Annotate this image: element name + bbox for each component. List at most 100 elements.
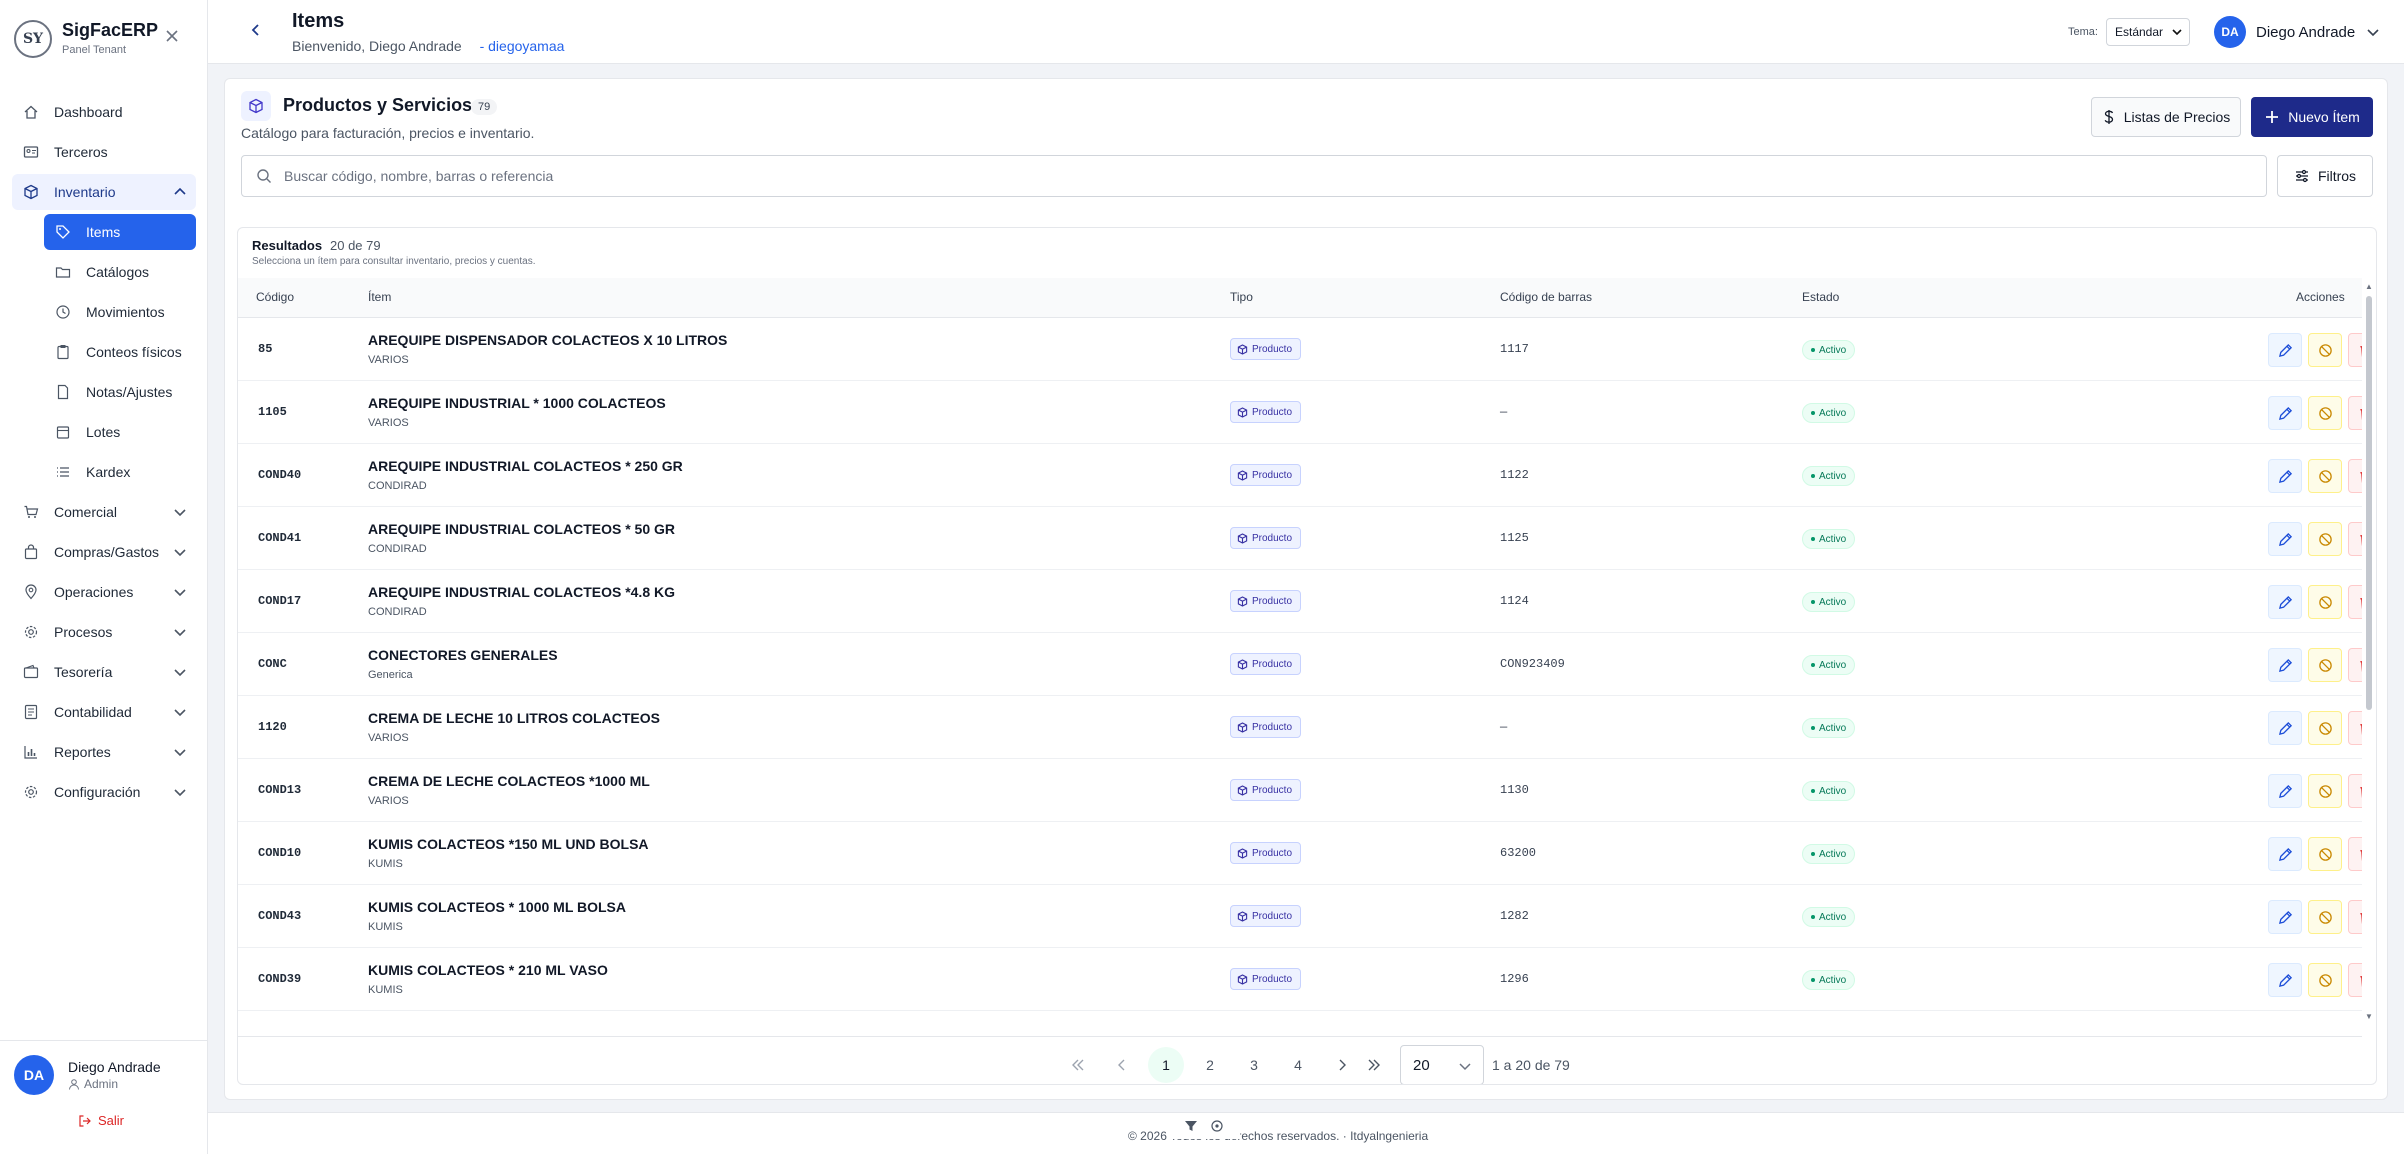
- delete-button[interactable]: [2348, 900, 2362, 934]
- delete-button[interactable]: [2348, 459, 2362, 493]
- scroll-up-arrow[interactable]: ▲: [2364, 282, 2374, 292]
- item-name[interactable]: AREQUIPE DISPENSADOR COLACTEOS X 10 LITR…: [368, 332, 727, 348]
- sidebar-item-compras-gastos[interactable]: Compras/Gastos: [12, 534, 196, 570]
- sidebar-item-catalogos[interactable]: Catálogos: [44, 254, 196, 290]
- page-button-3[interactable]: 3: [1236, 1047, 1272, 1083]
- deactivate-button[interactable]: [2308, 900, 2342, 934]
- column-header-status[interactable]: Estado: [1802, 290, 1839, 304]
- scroll-thumb[interactable]: [2366, 296, 2372, 710]
- deactivate-button[interactable]: [2308, 459, 2342, 493]
- sidebar-item-conteos[interactable]: Conteos físicos: [44, 334, 196, 370]
- sidebar-item-movimientos[interactable]: Movimientos: [44, 294, 196, 330]
- back-button[interactable]: [244, 18, 268, 42]
- new-item-button[interactable]: Nuevo Ítem: [2251, 97, 2373, 137]
- table-row[interactable]: 1105 AREQUIPE INDUSTRIAL * 1000 COLACTEOS…: [238, 381, 2362, 444]
- deactivate-button[interactable]: [2308, 522, 2342, 556]
- sidebar-item-contabilidad[interactable]: Contabilidad: [12, 694, 196, 730]
- deactivate-button[interactable]: [2308, 333, 2342, 367]
- table-row[interactable]: 85 AREQUIPE DISPENSADOR COLACTEOS X 10 LI…: [238, 318, 2362, 381]
- filters-button[interactable]: Filtros: [2277, 155, 2373, 197]
- delete-button[interactable]: [2348, 396, 2362, 430]
- delete-button[interactable]: [2348, 648, 2362, 682]
- delete-button[interactable]: [2348, 333, 2362, 367]
- item-name[interactable]: AREQUIPE INDUSTRIAL COLACTEOS * 250 GR: [368, 458, 683, 474]
- page-size-select[interactable]: 20: [1400, 1045, 1484, 1084]
- sidebar-item-configuracion[interactable]: Configuración: [12, 774, 196, 810]
- close-sidebar-button[interactable]: [160, 24, 184, 48]
- sidebar-item-tesoreria[interactable]: Tesorería: [12, 654, 196, 690]
- table-row[interactable]: COND17 AREQUIPE INDUSTRIAL COLACTEOS *4.8…: [238, 570, 2362, 633]
- sidebar-item-kardex[interactable]: Kardex: [44, 454, 196, 490]
- page-button-2[interactable]: 2: [1192, 1047, 1228, 1083]
- search-input[interactable]: [284, 168, 2184, 184]
- item-name[interactable]: KUMIS COLACTEOS * 1000 ML BOLSA: [368, 899, 626, 915]
- item-name[interactable]: KUMIS COLACTEOS * 210 ML VASO: [368, 962, 608, 978]
- column-header-item[interactable]: Ítem: [368, 290, 391, 304]
- next-page-button[interactable]: [1324, 1047, 1360, 1083]
- item-name[interactable]: KUMIS COLACTEOS *150 ML UND BOLSA: [368, 836, 649, 852]
- column-header-code[interactable]: Código: [256, 290, 294, 304]
- deactivate-button[interactable]: [2308, 837, 2342, 871]
- item-name[interactable]: AREQUIPE INDUSTRIAL COLACTEOS *4.8 KG: [368, 584, 675, 600]
- deactivate-button[interactable]: [2308, 585, 2342, 619]
- table-row[interactable]: CONC CONECTORES GENERALES Generica Producto…: [238, 633, 2362, 696]
- table-scrollbar[interactable]: ▲ ▼: [2364, 282, 2374, 1022]
- delete-button[interactable]: [2348, 963, 2362, 997]
- table-row[interactable]: COND13 CREMA DE LECHE COLACTEOS *1000 ML V…: [238, 759, 2362, 822]
- table-row[interactable]: COND10 KUMIS COLACTEOS *150 ML UND BOLSA K…: [238, 822, 2362, 885]
- table-row[interactable]: COND41 AREQUIPE INDUSTRIAL COLACTEOS * 50…: [238, 507, 2362, 570]
- scroll-down-arrow[interactable]: ▼: [2364, 1012, 2374, 1022]
- deactivate-button[interactable]: [2308, 396, 2342, 430]
- table-row[interactable]: 1120 CREMA DE LECHE 10 LITROS COLACTEOS VA…: [238, 696, 2362, 759]
- sidebar-item-comercial[interactable]: Comercial: [12, 494, 196, 530]
- table-row[interactable]: COND40 AREQUIPE INDUSTRIAL COLACTEOS * 25…: [238, 444, 2362, 507]
- edit-button[interactable]: [2268, 585, 2302, 619]
- edit-button[interactable]: [2268, 963, 2302, 997]
- first-page-button[interactable]: [1060, 1047, 1096, 1083]
- column-header-barcode[interactable]: Código de barras: [1500, 290, 1592, 304]
- deactivate-button[interactable]: [2308, 963, 2342, 997]
- edit-button[interactable]: [2268, 774, 2302, 808]
- sidebar-item-notas-ajustes[interactable]: Notas/Ajustes: [44, 374, 196, 410]
- page-button-1[interactable]: 1: [1148, 1047, 1184, 1083]
- edit-button[interactable]: [2268, 837, 2302, 871]
- deactivate-button[interactable]: [2308, 711, 2342, 745]
- sidebar-item-procesos[interactable]: Procesos: [12, 614, 196, 650]
- table-row[interactable]: COND43 KUMIS COLACTEOS * 1000 ML BOLSA KUM…: [238, 885, 2362, 948]
- edit-button[interactable]: [2268, 396, 2302, 430]
- theme-select[interactable]: Estándar: [2106, 18, 2190, 46]
- edit-button[interactable]: [2268, 522, 2302, 556]
- page-button-4[interactable]: 4: [1280, 1047, 1316, 1083]
- sidebar-item-inventario[interactable]: Inventario: [12, 174, 196, 210]
- delete-button[interactable]: [2348, 522, 2362, 556]
- logout-button[interactable]: Salir: [78, 1113, 124, 1128]
- delete-button[interactable]: [2348, 774, 2362, 808]
- delete-button[interactable]: [2348, 837, 2362, 871]
- sidebar-item-terceros[interactable]: Terceros: [12, 134, 196, 170]
- sidebar-item-dashboard[interactable]: Dashboard: [12, 94, 196, 130]
- item-name[interactable]: CREMA DE LECHE COLACTEOS *1000 ML: [368, 773, 650, 789]
- sidebar-item-reportes[interactable]: Reportes: [12, 734, 196, 770]
- tenant-link[interactable]: - diegoyamaa: [480, 38, 565, 54]
- sidebar-item-items[interactable]: Items: [44, 214, 196, 250]
- edit-button[interactable]: [2268, 900, 2302, 934]
- item-name[interactable]: AREQUIPE INDUSTRIAL COLACTEOS * 50 GR: [368, 521, 675, 537]
- target-icon[interactable]: [1210, 1119, 1224, 1133]
- price-lists-button[interactable]: Listas de Precios: [2091, 97, 2241, 137]
- sidebar-item-lotes[interactable]: Lotes: [44, 414, 196, 450]
- user-menu[interactable]: DA Diego Andrade: [2214, 16, 2381, 48]
- edit-button[interactable]: [2268, 711, 2302, 745]
- sidebar-item-operaciones[interactable]: Operaciones: [12, 574, 196, 610]
- prev-page-button[interactable]: [1104, 1047, 1140, 1083]
- deactivate-button[interactable]: [2308, 774, 2342, 808]
- edit-button[interactable]: [2268, 333, 2302, 367]
- delete-button[interactable]: [2348, 585, 2362, 619]
- item-name[interactable]: CREMA DE LECHE 10 LITROS COLACTEOS: [368, 710, 660, 726]
- edit-button[interactable]: [2268, 648, 2302, 682]
- item-name[interactable]: CONECTORES GENERALES: [368, 647, 558, 663]
- filter-icon[interactable]: [1184, 1119, 1198, 1133]
- delete-button[interactable]: [2348, 711, 2362, 745]
- table-row[interactable]: COND39 KUMIS COLACTEOS * 210 ML VASO KUMIS…: [238, 948, 2362, 1011]
- item-name[interactable]: AREQUIPE INDUSTRIAL * 1000 COLACTEOS: [368, 395, 666, 411]
- edit-button[interactable]: [2268, 459, 2302, 493]
